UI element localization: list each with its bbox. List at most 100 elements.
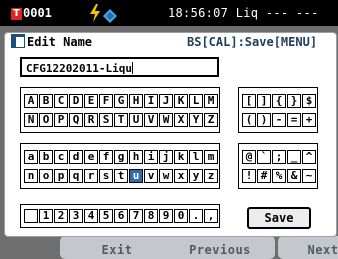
key-at[interactable]: @ [242, 150, 256, 164]
exit-button[interactable]: Exit [60, 236, 174, 259]
key-0[interactable]: 0 [174, 209, 188, 223]
key-s[interactable]: s [99, 169, 113, 183]
key-L[interactable]: L [189, 94, 203, 108]
key-exclamation[interactable]: ! [242, 169, 256, 183]
key-Q[interactable]: Q [69, 113, 83, 127]
key-w[interactable]: w [159, 169, 173, 183]
key-Y[interactable]: Y [189, 113, 203, 127]
key-semicolon[interactable]: ; [272, 150, 286, 164]
key-W[interactable]: W [159, 113, 173, 127]
key-1[interactable]: 1 [39, 209, 53, 223]
key-tilde[interactable]: ~ [302, 169, 316, 183]
key-caret[interactable]: ^ [302, 150, 316, 164]
key-Z[interactable]: Z [204, 113, 218, 127]
key-j[interactable]: j [159, 150, 173, 164]
key-6[interactable]: 6 [114, 209, 128, 223]
key-k[interactable]: k [174, 150, 188, 164]
key-close-bracket[interactable]: ] [257, 94, 271, 108]
key-close-paren[interactable]: ) [257, 113, 271, 127]
key-underscore[interactable]: _ [287, 150, 301, 164]
key-U[interactable]: U [129, 113, 143, 127]
key-J[interactable]: J [159, 94, 173, 108]
key-4[interactable]: 4 [84, 209, 98, 223]
key-ampersand[interactable]: & [287, 169, 301, 183]
key-r[interactable]: r [84, 169, 98, 183]
dialog-header: Edit Name BS[CAL]:Save[MENU] [5, 33, 336, 51]
key-2[interactable]: 2 [54, 209, 68, 223]
key-x[interactable]: x [174, 169, 188, 183]
key-S[interactable]: S [99, 113, 113, 127]
key-g[interactable]: g [114, 150, 128, 164]
key-f[interactable]: f [99, 150, 113, 164]
status-readout: 18:56:07 Liq --- --- [168, 6, 319, 20]
key-a[interactable]: a [24, 150, 38, 164]
key-percent[interactable]: % [272, 169, 286, 183]
key-hash[interactable]: # [257, 169, 271, 183]
edit-document-icon [11, 34, 25, 48]
key-q[interactable]: q [69, 169, 83, 183]
key-N[interactable]: N [24, 113, 38, 127]
key-M[interactable]: M [204, 94, 218, 108]
key-E[interactable]: E [84, 94, 98, 108]
key-8[interactable]: 8 [144, 209, 158, 223]
key-I[interactable]: I [144, 94, 158, 108]
next-button[interactable]: Next [278, 236, 338, 259]
previous-button[interactable]: Previous [165, 236, 275, 259]
key-V[interactable]: V [144, 113, 158, 127]
key-l[interactable]: l [189, 150, 203, 164]
key-i[interactable]: i [144, 150, 158, 164]
key-B[interactable]: B [39, 94, 53, 108]
key-y[interactable]: y [189, 169, 203, 183]
key-e[interactable]: e [84, 150, 98, 164]
key-X[interactable]: X [174, 113, 188, 127]
key-dollar[interactable]: $ [302, 94, 316, 108]
key-o[interactable]: o [39, 169, 53, 183]
device-icon: T [11, 8, 22, 20]
key-5[interactable]: 5 [99, 209, 113, 223]
key-9[interactable]: 9 [159, 209, 173, 223]
key-C[interactable]: C [54, 94, 68, 108]
key-h[interactable]: h [129, 150, 143, 164]
flash-icon [90, 4, 100, 22]
dialog-title: Edit Name [27, 35, 93, 49]
key-7[interactable]: 7 [129, 209, 143, 223]
key-3[interactable]: 3 [69, 209, 83, 223]
key-open-brace[interactable]: { [272, 94, 286, 108]
save-button[interactable]: Save [247, 207, 311, 229]
key-v[interactable]: v [144, 169, 158, 183]
key-K[interactable]: K [174, 94, 188, 108]
key-space[interactable] [24, 209, 38, 223]
key-n[interactable]: n [24, 169, 38, 183]
key-m[interactable]: m [204, 150, 218, 164]
key-plus[interactable]: + [302, 113, 316, 127]
key-u[interactable]: u [129, 169, 143, 183]
key-b[interactable]: b [39, 150, 53, 164]
key-period[interactable]: . [189, 209, 203, 223]
key-F[interactable]: F [99, 94, 113, 108]
key-comma[interactable]: , [204, 209, 218, 223]
key-D[interactable]: D [69, 94, 83, 108]
key-equals[interactable]: = [287, 113, 301, 127]
key-P[interactable]: P [54, 113, 68, 127]
key-t[interactable]: t [114, 169, 128, 183]
key-T[interactable]: T [114, 113, 128, 127]
key-close-brace[interactable]: } [287, 94, 301, 108]
key-z[interactable]: z [204, 169, 218, 183]
key-backtick[interactable]: ` [257, 150, 271, 164]
key-A[interactable]: A [24, 94, 38, 108]
key-d[interactable]: d [69, 150, 83, 164]
key-H[interactable]: H [129, 94, 143, 108]
key-open-paren[interactable]: ( [242, 113, 256, 127]
lowercase-keys: abcdefghijklm nopqrstuvwxyz [20, 143, 220, 189]
symbol-keys-bottom: @ `; _ ^ ! #% & ~ [238, 143, 318, 189]
key-R[interactable]: R [84, 113, 98, 127]
function-bar: Exit Previous Next [0, 236, 338, 259]
key-G[interactable]: G [114, 94, 128, 108]
uppercase-keys: ABCDEFGHIJKLM NOPQRSTUVWXYZ [20, 87, 220, 133]
key-p[interactable]: p [54, 169, 68, 183]
key-c[interactable]: c [54, 150, 68, 164]
name-input[interactable]: CFG12202011-Liqu [20, 57, 219, 77]
key-minus[interactable]: - [272, 113, 286, 127]
key-O[interactable]: O [39, 113, 53, 127]
key-open-bracket[interactable]: [ [242, 94, 256, 108]
